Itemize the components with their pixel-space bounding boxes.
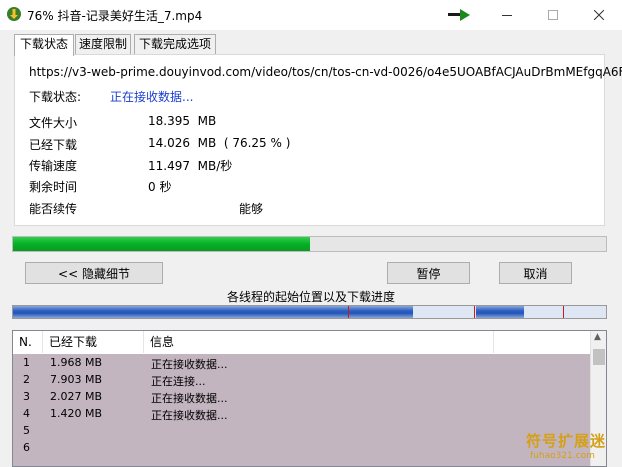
table-row[interactable]: 1 1.968 MB 正在接收数据...	[13, 355, 590, 372]
tab-download-status[interactable]: 下载状态	[14, 34, 74, 56]
thread-position-marker	[474, 306, 476, 318]
title-bar: 76% 抖音-记录美好生活_7.mp4	[0, 0, 622, 30]
hide-details-button[interactable]: << 隐藏细节	[25, 262, 163, 284]
table-row[interactable]: 3 2.027 MB 正在接收数据...	[13, 389, 590, 406]
table-row[interactable]: 5	[13, 423, 590, 440]
file-size-label: 文件大小	[29, 116, 78, 130]
minimize-button[interactable]	[484, 0, 530, 30]
progress-fill	[13, 237, 310, 251]
threads-header: N. 已经下载 信息	[13, 331, 590, 353]
scroll-thumb[interactable]	[593, 349, 605, 365]
thread-segment	[13, 306, 414, 318]
segments-label: 各线程的起始位置以及下载进度	[226, 290, 395, 304]
scroll-up-arrow-icon[interactable]: ▲	[594, 332, 601, 342]
row-n: 1	[23, 356, 30, 369]
cancel-button[interactable]: 取消	[499, 262, 572, 284]
idm-app-icon	[7, 7, 21, 21]
row-info: 正在接收数据...	[151, 392, 228, 405]
row-n: 3	[23, 390, 30, 403]
row-n: 5	[23, 424, 30, 437]
resume-value: 能够	[239, 202, 264, 216]
threads-body: 1 1.968 MB 正在接收数据... 2 7.903 MB 正在连接... …	[13, 354, 590, 466]
time-left-value: 0 秒	[148, 180, 172, 194]
watermark-logo: 符号扩展迷	[526, 432, 607, 450]
row-info: 正在连接...	[151, 375, 206, 388]
minimize-icon	[502, 15, 512, 16]
tray-arrow-icon	[448, 9, 470, 21]
download-url: https://v3-web-prime.douyinvod.com/video…	[29, 65, 622, 79]
tab-speed-limit[interactable]: 速度限制	[75, 34, 131, 55]
row-downloaded: 2.027 MB	[50, 390, 103, 403]
status-label: 下载状态:	[29, 90, 82, 104]
window-title: 76% 抖音-记录美好生活_7.mp4	[27, 9, 203, 23]
thread-position-marker	[563, 306, 565, 318]
close-button[interactable]	[576, 0, 622, 30]
row-n: 6	[23, 441, 30, 454]
close-icon	[594, 10, 604, 20]
maximize-button[interactable]	[530, 0, 576, 30]
row-downloaded: 1.420 MB	[50, 407, 103, 420]
transfer-rate-value: 11.497 MB/秒	[148, 159, 233, 173]
downloaded-label: 已经下载	[29, 138, 78, 152]
status-value: 正在接收数据...	[110, 90, 194, 104]
tab-completion-options[interactable]: 下载完成选项	[134, 34, 216, 55]
transfer-rate-label: 传输速度	[29, 159, 78, 173]
row-downloaded: 7.903 MB	[50, 373, 103, 386]
pause-button[interactable]: 暂停	[387, 262, 470, 284]
header-n[interactable]: N.	[13, 331, 43, 353]
downloaded-value: 14.026 MB ( 76.25 % )	[148, 136, 291, 150]
row-info: 正在接收数据...	[151, 358, 228, 371]
table-row[interactable]: 4 1.420 MB 正在接收数据...	[13, 406, 590, 423]
row-n: 4	[23, 407, 30, 420]
table-row[interactable]: 6	[13, 440, 590, 457]
row-n: 2	[23, 373, 30, 386]
row-downloaded: 1.968 MB	[50, 356, 103, 369]
time-left-label: 剩余时间	[29, 180, 78, 194]
download-progress-bar	[12, 236, 607, 252]
file-size-value: 18.395 MB	[148, 114, 217, 128]
resume-label: 能否续传	[29, 202, 78, 216]
threads-list[interactable]: N. 已经下载 信息 1 1.968 MB 正在接收数据... 2 7.903 …	[12, 330, 607, 467]
thread-position-marker	[348, 306, 350, 318]
status-panel: https://v3-web-prime.douyinvod.com/video…	[14, 54, 622, 226]
watermark-url: fuhao321.com	[530, 451, 595, 461]
header-info[interactable]: 信息	[144, 331, 494, 353]
header-downloaded[interactable]: 已经下载	[43, 331, 144, 353]
table-row[interactable]: 2 7.903 MB 正在连接...	[13, 372, 590, 389]
maximize-icon	[548, 10, 558, 20]
thread-segment	[475, 306, 525, 318]
row-info: 正在接收数据...	[151, 409, 228, 422]
thread-segments-bar	[12, 305, 607, 319]
